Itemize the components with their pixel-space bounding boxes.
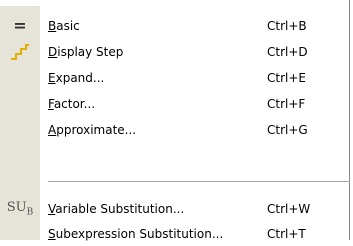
menu-item-approximate[interactable]: Approximate... Ctrl+G	[0, 118, 350, 142]
menu-item-shortcut: Ctrl+E	[267, 71, 306, 85]
substitution-icon: SUB	[6, 200, 34, 218]
menu-item-label: Expand...	[48, 71, 105, 85]
menu-item-shortcut: Ctrl+B	[267, 19, 307, 33]
menu-item-subexpression-substitution[interactable]: Subexpression Substitution... Ctrl+T	[0, 222, 350, 246]
menu-item-label: Display Step	[48, 45, 124, 59]
menu-item-expand[interactable]: Expand... Ctrl+E	[0, 66, 350, 90]
menu-top-band	[0, 0, 349, 6]
equals-icon: =	[13, 16, 27, 35]
menu-item-shortcut: Ctrl+T	[267, 227, 306, 241]
menu-item-label: Approximate...	[48, 123, 137, 137]
menu-item-label: Factor...	[48, 97, 96, 111]
menu-item-variable-substitution[interactable]: SUB Variable Substitution... Ctrl+W	[0, 197, 350, 221]
step-icon	[8, 40, 32, 64]
menu-item-label: Basic	[48, 19, 80, 33]
menu-separator	[48, 181, 350, 182]
menu-item-shortcut: Ctrl+F	[267, 97, 306, 111]
menu-item-label: Variable Substitution...	[48, 202, 185, 216]
menu-item-basic[interactable]: = Basic Ctrl+B	[0, 14, 350, 38]
context-menu: = Basic Ctrl+B Display Step Ctrl+D Expan…	[0, 0, 350, 241]
menu-item-shortcut: Ctrl+D	[267, 45, 308, 59]
menu-item-shortcut: Ctrl+G	[267, 123, 308, 137]
menu-item-display-step[interactable]: Display Step Ctrl+D	[0, 40, 350, 64]
menu-item-factor[interactable]: Factor... Ctrl+F	[0, 92, 350, 116]
menu-item-shortcut: Ctrl+W	[267, 202, 311, 216]
menu-item-label: Subexpression Substitution...	[48, 227, 224, 241]
